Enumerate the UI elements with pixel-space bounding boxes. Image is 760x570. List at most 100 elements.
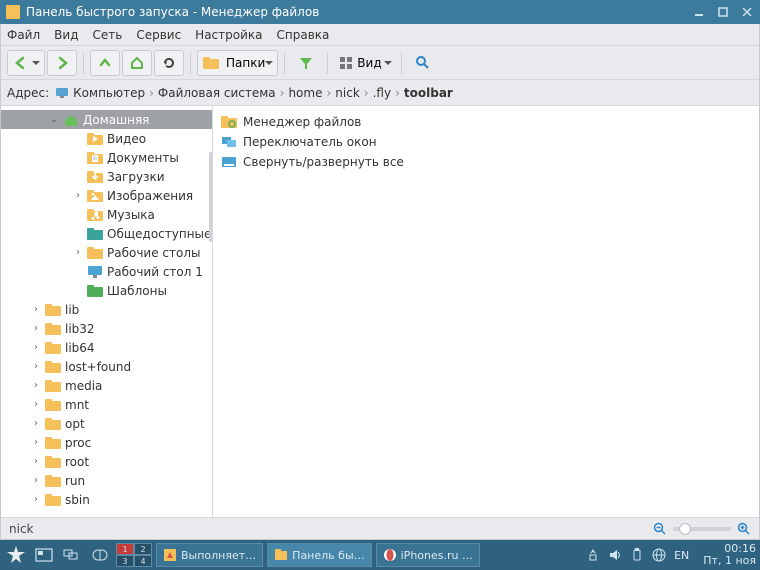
back-button[interactable]: [7, 50, 45, 76]
tree-item[interactable]: Шаблоны: [1, 281, 212, 300]
pager-cell[interactable]: 3: [116, 555, 134, 567]
zoom-in-icon[interactable]: [737, 522, 751, 536]
expand-icon[interactable]: ›: [73, 247, 83, 258]
expand-icon[interactable]: ›: [31, 456, 41, 467]
tree-item[interactable]: ›Изображения: [1, 186, 212, 205]
tree-item[interactable]: ›lib: [1, 300, 212, 319]
clock[interactable]: 00:16 Пт, 1 ноя: [703, 543, 756, 567]
taskbar: 12 34 Выполняет… Панель бы… iPhones.ru ……: [0, 540, 760, 570]
crumb-current[interactable]: toolbar: [402, 84, 455, 102]
updates-icon[interactable]: [586, 548, 600, 562]
tree-item[interactable]: › root: [1, 452, 212, 471]
windows-button[interactable]: [60, 543, 84, 567]
menu-file[interactable]: Файл: [7, 28, 40, 42]
zoom-out-icon[interactable]: [653, 522, 667, 536]
usb-icon[interactable]: [630, 548, 644, 562]
tree-item[interactable]: Документы: [1, 148, 212, 167]
tree-label: root: [65, 455, 89, 469]
expand-icon[interactable]: ›: [31, 361, 41, 372]
menu-network[interactable]: Сеть: [92, 28, 122, 42]
task-item[interactable]: Выполняет…: [156, 543, 263, 567]
pager-cell[interactable]: 2: [134, 543, 152, 555]
chevron-right-icon: ›: [395, 86, 400, 100]
grid-icon: [339, 56, 353, 70]
list-item[interactable]: Свернуть/развернуть все: [217, 152, 755, 172]
tree-label: proc: [65, 436, 91, 450]
item-label: Переключатель окон: [243, 135, 377, 149]
zoom-thumb[interactable]: [679, 523, 691, 535]
tree-scrollbar[interactable]: [209, 152, 213, 242]
pager-cell[interactable]: 1: [116, 543, 134, 555]
start-button[interactable]: [4, 543, 28, 567]
expand-icon[interactable]: ›: [31, 437, 41, 448]
expand-icon[interactable]: ›: [31, 494, 41, 505]
tree-item[interactable]: ›lib64: [1, 338, 212, 357]
volume-icon[interactable]: [608, 548, 622, 562]
expand-icon[interactable]: ›: [31, 323, 41, 334]
tree-item[interactable]: ›media: [1, 376, 212, 395]
file-manager-window: Файл Вид Сеть Сервис Настройка Справка П…: [0, 24, 760, 540]
expand-icon[interactable]: ›: [31, 418, 41, 429]
menu-settings[interactable]: Настройка: [195, 28, 262, 42]
folders-dropdown[interactable]: Папки: [197, 50, 278, 76]
tree-item[interactable]: ›lib32: [1, 319, 212, 338]
view-dropdown[interactable]: Вид: [334, 50, 394, 76]
task-item[interactable]: iPhones.ru …: [376, 543, 480, 567]
zoom-slider[interactable]: [673, 527, 731, 531]
tree-item[interactable]: Общедоступные: [1, 224, 212, 243]
minimize-button[interactable]: [692, 5, 706, 19]
forward-button[interactable]: [47, 50, 77, 76]
collapse-icon[interactable]: ⌄: [49, 114, 59, 125]
menu-service[interactable]: Сервис: [136, 28, 181, 42]
tree-item[interactable]: › Рабочие столы: [1, 243, 212, 262]
crumb[interactable]: Файловая система: [156, 84, 278, 102]
expand-icon[interactable]: ›: [73, 190, 83, 201]
refresh-button[interactable]: [154, 50, 184, 76]
list-item[interactable]: Переключатель окон: [217, 132, 755, 152]
addressbar: Адрес: Компьютер› Файловая система› home…: [1, 80, 759, 106]
tree-item[interactable]: Рабочий стол 1: [1, 262, 212, 281]
maximize-button[interactable]: [716, 5, 730, 19]
up-button[interactable]: [90, 50, 120, 76]
close-button[interactable]: [740, 5, 754, 19]
chevron-right-icon: ›: [149, 86, 154, 100]
crumb[interactable]: .fly: [371, 84, 393, 102]
menu-view[interactable]: Вид: [54, 28, 78, 42]
tree-item[interactable]: ›opt: [1, 414, 212, 433]
home-icon: [63, 113, 79, 127]
tree-item[interactable]: › proc: [1, 433, 212, 452]
expand-icon[interactable]: ›: [31, 380, 41, 391]
menu-help[interactable]: Справка: [277, 28, 330, 42]
desktop-pager[interactable]: 12 34: [116, 543, 152, 567]
expand-icon[interactable]: ›: [31, 342, 41, 353]
keyboard-layout[interactable]: EN: [674, 549, 689, 562]
tree-item[interactable]: ›lost+found: [1, 357, 212, 376]
network-icon[interactable]: [652, 548, 666, 562]
tree-label: mnt: [65, 398, 89, 412]
tree-label: Рабочий стол 1: [107, 265, 203, 279]
filter-button[interactable]: [291, 50, 321, 76]
crumb[interactable]: home: [286, 84, 324, 102]
tree-item[interactable]: Загрузки: [1, 167, 212, 186]
tree-item[interactable]: ›sbin: [1, 490, 212, 509]
expand-icon[interactable]: ›: [31, 304, 41, 315]
crumb[interactable]: Компьютер: [71, 84, 147, 102]
tree-home[interactable]: ⌄ Домашняя: [1, 110, 212, 129]
tray-toggle-button[interactable]: [88, 543, 112, 567]
tree-item[interactable]: Видео: [1, 129, 212, 148]
task-item[interactable]: Панель бы…: [267, 543, 371, 567]
tree-item[interactable]: ›run: [1, 471, 212, 490]
tree-label: Рабочие столы: [107, 246, 201, 260]
home-button[interactable]: [122, 50, 152, 76]
tree-item[interactable]: Музыка: [1, 205, 212, 224]
crumb[interactable]: nick: [333, 84, 362, 102]
list-item[interactable]: Менеджер файлов: [217, 112, 755, 132]
expand-icon[interactable]: ›: [31, 475, 41, 486]
tree-item[interactable]: › mnt: [1, 395, 212, 414]
search-button[interactable]: [408, 50, 438, 76]
pager-cell[interactable]: 4: [134, 555, 152, 567]
expand-icon[interactable]: ›: [31, 399, 41, 410]
folder-tree[interactable]: ⌄ Домашняя ВидеоДокументыЗагрузки›Изобра…: [1, 106, 213, 517]
show-desktop-button[interactable]: [32, 543, 56, 567]
file-list[interactable]: Менеджер файлов Переключатель окон Свернут…: [213, 106, 759, 517]
